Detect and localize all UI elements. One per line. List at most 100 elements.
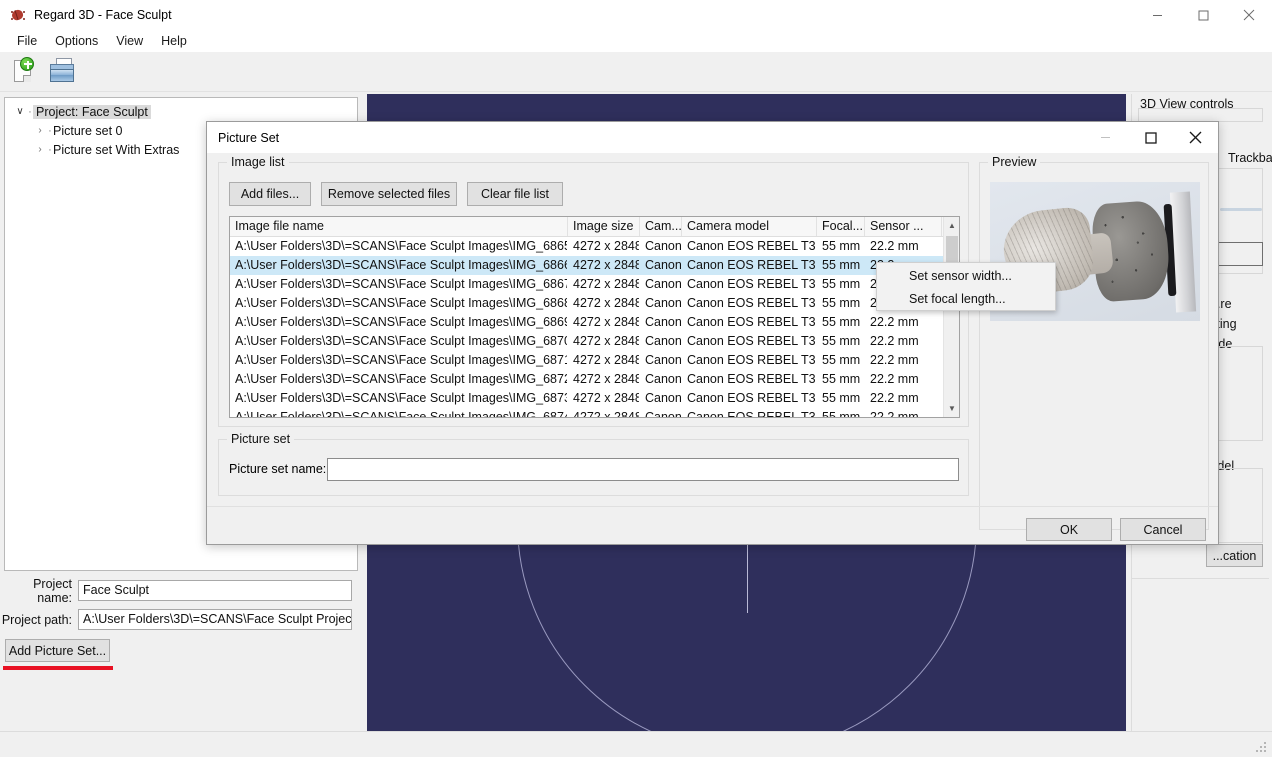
scroll-up-icon[interactable]: ▲ — [944, 217, 959, 234]
cell-cam: Canon — [645, 391, 682, 405]
table-row[interactable]: A:\User Folders\3D\=SCANS\Face Sculpt Im… — [230, 275, 959, 294]
cell-model: Canon EOS REBEL T3 — [687, 391, 816, 405]
panel-divider — [1132, 578, 1269, 579]
table-row[interactable]: A:\User Folders\3D\=SCANS\Face Sculpt Im… — [230, 332, 959, 351]
trackball-label: Trackball — [1228, 151, 1272, 165]
location-button[interactable]: ...cation — [1206, 544, 1263, 567]
cell-cam: Canon — [645, 372, 682, 386]
cell-file: A:\User Folders\3D\=SCANS\Face Sculpt Im… — [235, 296, 568, 310]
cell-size: 4272 x 2848 — [573, 334, 640, 348]
cell-file: A:\User Folders\3D\=SCANS\Face Sculpt Im… — [235, 315, 568, 329]
cancel-button[interactable]: Cancel — [1120, 518, 1206, 541]
cell-sensor: 22.2 mm — [870, 315, 919, 329]
remove-selected-files-button[interactable]: Remove selected files — [321, 182, 457, 206]
menu-view[interactable]: View — [107, 31, 152, 51]
resize-grip-icon[interactable] — [1256, 742, 1268, 754]
zoom-slider[interactable] — [1220, 208, 1262, 211]
table-row[interactable]: A:\User Folders\3D\=SCANS\Face Sculpt Im… — [230, 313, 959, 332]
picture-set-name-label: Picture set name: — [229, 462, 327, 476]
image-file-listview[interactable]: Image file name Image size Cam... Camera… — [229, 216, 960, 418]
cell-sensor: 22.2 mm — [870, 334, 919, 348]
tree-item-project-root[interactable]: ∨ · Project: Face Sculpt — [5, 102, 357, 121]
column-header-image-size[interactable]: Image size — [568, 217, 640, 236]
cell-file: A:\User Folders\3D\=SCANS\Face Sculpt Im… — [235, 372, 568, 386]
cell-size: 4272 x 2848 — [573, 296, 640, 310]
scroll-down-icon[interactable]: ▼ — [944, 400, 959, 417]
preview-group-title: Preview — [988, 155, 1041, 169]
cell-file: A:\User Folders\3D\=SCANS\Face Sculpt Im… — [235, 391, 568, 405]
dialog-close-button[interactable] — [1173, 122, 1218, 153]
table-row[interactable]: A:\User Folders\3D\=SCANS\Face Sculpt Im… — [230, 408, 959, 418]
clear-file-list-button[interactable]: Clear file list — [467, 182, 563, 206]
cell-size: 4272 x 2848 — [573, 315, 640, 329]
menubar: File Options View Help — [0, 30, 1272, 52]
context-menu-item-set-sensor-width[interactable]: Set sensor width... — [877, 265, 1055, 288]
open-project-button[interactable] — [46, 55, 80, 89]
cell-sensor: 22.2 mm — [870, 353, 919, 367]
listview-scrollbar[interactable]: ▲ ▼ — [943, 217, 959, 417]
view-mode-group — [1138, 108, 1263, 122]
menu-options[interactable]: Options — [46, 31, 107, 51]
table-row[interactable]: A:\User Folders\3D\=SCANS\Face Sculpt Im… — [230, 370, 959, 389]
picture-set-group: Picture set Picture set name: — [218, 432, 969, 496]
menu-file[interactable]: File — [8, 31, 46, 51]
cell-cam: Canon — [645, 258, 682, 272]
add-files-button[interactable]: Add files... — [229, 182, 311, 206]
cell-model: Canon EOS REBEL T3 — [687, 296, 816, 310]
minimize-button[interactable] — [1134, 0, 1180, 30]
cell-focal: 55 mm — [822, 334, 861, 348]
cell-model: Canon EOS REBEL T3 — [687, 334, 816, 348]
tree-item-project-root-label: Project: Face Sculpt — [33, 104, 151, 119]
window-title: Regard 3D - Face Sculpt — [34, 8, 172, 22]
cell-focal: 55 mm — [822, 353, 861, 367]
cell-file: A:\User Folders\3D\=SCANS\Face Sculpt Im… — [235, 353, 568, 367]
column-header-camera-maker[interactable]: Cam... — [640, 217, 682, 236]
cell-cam: Canon — [645, 410, 682, 418]
new-project-button[interactable] — [8, 55, 42, 89]
cell-model: Canon EOS REBEL T3 — [687, 239, 816, 253]
chevron-right-icon[interactable]: › — [33, 143, 47, 157]
chevron-down-icon[interactable]: ∨ — [13, 105, 27, 119]
cell-file: A:\User Folders\3D\=SCANS\Face Sculpt Im… — [235, 334, 568, 348]
add-picture-set-button[interactable]: Add Picture Set... — [5, 639, 110, 662]
cell-cam: Canon — [645, 239, 682, 253]
menu-help[interactable]: Help — [152, 31, 196, 51]
project-path-row: Project path: A:\User Folders\3D\=SCANS\… — [0, 609, 352, 630]
ok-button[interactable]: OK — [1026, 518, 1112, 541]
tree-item-picture-set-extras-label: Picture set With Extras — [53, 142, 180, 157]
cell-size: 4272 x 2848 — [573, 372, 640, 386]
cell-file: A:\User Folders\3D\=SCANS\Face Sculpt Im… — [235, 410, 568, 418]
toolbar — [0, 52, 1272, 92]
image-list-group-title: Image list — [227, 155, 289, 169]
context-menu: Set sensor width... Set focal length... — [876, 262, 1056, 311]
column-header-camera-model[interactable]: Camera model — [682, 217, 817, 236]
cell-model: Canon EOS REBEL T3 — [687, 410, 816, 418]
context-menu-item-set-focal-length[interactable]: Set focal length... — [877, 288, 1055, 311]
column-header-focal-length[interactable]: Focal... — [817, 217, 865, 236]
chevron-right-icon[interactable]: › — [33, 124, 47, 138]
project-name-input[interactable]: Face Sculpt — [78, 580, 352, 601]
cell-file: A:\User Folders\3D\=SCANS\Face Sculpt Im… — [235, 277, 568, 291]
column-header-sensor-width[interactable]: Sensor ... — [865, 217, 942, 236]
project-name-label: Project name: — [33, 576, 72, 605]
application-window: Regard 3D - Face Sculpt File Options Vie… — [0, 0, 1272, 757]
dialog-separator — [207, 506, 1218, 507]
dialog-minimize-button[interactable] — [1083, 122, 1128, 153]
view-preset-combo[interactable] — [1216, 242, 1263, 266]
table-row[interactable]: A:\User Folders\3D\=SCANS\Face Sculpt Im… — [230, 351, 959, 370]
table-row[interactable]: A:\User Folders\3D\=SCANS\Face Sculpt Im… — [230, 294, 959, 313]
cell-cam: Canon — [645, 277, 682, 291]
table-row[interactable]: A:\User Folders\3D\=SCANS\Face Sculpt Im… — [230, 389, 959, 408]
project-path-input[interactable]: A:\User Folders\3D\=SCANS\Face Sculpt Pr… — [78, 609, 352, 630]
cell-file: A:\User Folders\3D\=SCANS\Face Sculpt Im… — [235, 258, 568, 272]
column-header-file-name[interactable]: Image file name — [230, 217, 568, 236]
picture-set-name-input[interactable] — [327, 458, 959, 481]
cell-focal: 55 mm — [822, 277, 861, 291]
table-row[interactable]: A:\User Folders\3D\=SCANS\Face Sculpt Im… — [230, 237, 959, 256]
dialog-maximize-button[interactable] — [1128, 122, 1173, 153]
maximize-button[interactable] — [1180, 0, 1226, 30]
listview-header: Image file name Image size Cam... Camera… — [230, 217, 959, 237]
close-button[interactable] — [1226, 0, 1272, 30]
table-row[interactable]: A:\User Folders\3D\=SCANS\Face Sculpt Im… — [230, 256, 959, 275]
cell-cam: Canon — [645, 296, 682, 310]
